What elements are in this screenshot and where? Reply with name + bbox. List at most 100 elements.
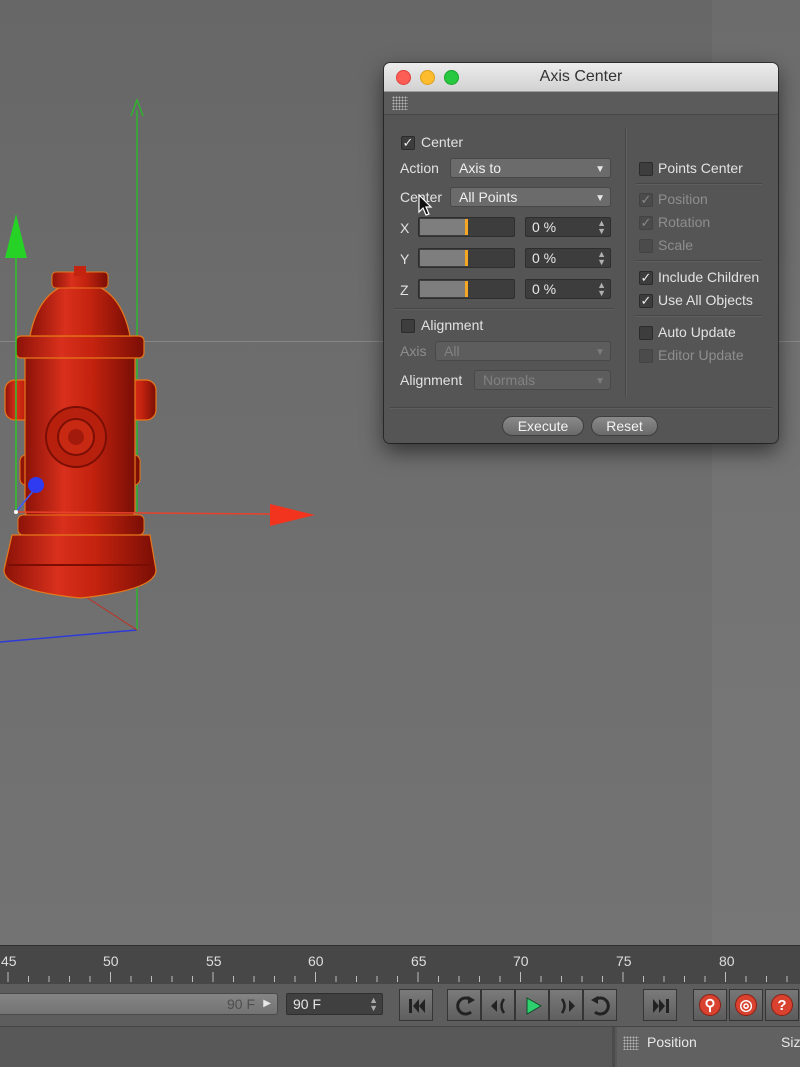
editor-update-label: Editor Update <box>658 347 744 363</box>
play-forward-icon <box>526 997 543 1015</box>
include-children-label: Include Children <box>658 269 760 285</box>
alignment-checkbox-label: Alignment <box>421 317 484 333</box>
y-value-field[interactable]: 0 % ▲ ▼ <box>525 248 611 268</box>
autokeying-icon: ◎ <box>735 994 757 1016</box>
z-slider[interactable] <box>418 279 515 299</box>
go-to-end-icon <box>653 999 669 1013</box>
y-slider-knob[interactable] <box>465 250 468 266</box>
record-active-objects-icon: ⚲ <box>699 994 721 1016</box>
ruler-label-45: 45 <box>1 953 17 969</box>
world-z-axis-line <box>0 629 138 643</box>
dropdown-arrow-icon: ▼ <box>595 164 605 175</box>
previous-key-button[interactable] <box>447 989 481 1021</box>
size-header-label: Siz <box>781 1034 800 1050</box>
scale-checkbox[interactable] <box>639 239 653 253</box>
current-frame-value: 90 F <box>293 996 322 1012</box>
autokeying-button[interactable]: ◎ <box>729 989 763 1021</box>
grip-handle-icon[interactable] <box>623 1036 639 1050</box>
alignment-checkbox[interactable] <box>401 319 415 333</box>
next-frame-icon <box>560 998 575 1014</box>
column-separator <box>625 127 627 397</box>
ruler-ticks <box>7 972 788 982</box>
include-children-checkbox[interactable]: ✓ <box>639 271 653 285</box>
x-slider[interactable] <box>418 217 515 237</box>
use-all-objects-label: Use All Objects <box>658 292 753 308</box>
go-to-start-button[interactable] <box>399 989 433 1021</box>
panel-divider[interactable] <box>612 1027 615 1067</box>
timeline-ruler[interactable]: 45 50 55 60 65 70 75 80 <box>0 945 800 985</box>
center-checkbox-label: Center <box>421 134 464 150</box>
timeline-panel: 45 50 55 60 65 70 75 80 90 F ▶ 90 F ▲▼ <box>0 945 800 1067</box>
footer-separator <box>390 407 772 409</box>
spinner-arrows-icon[interactable]: ▲ ▼ <box>597 250 606 267</box>
x-slider-knob[interactable] <box>465 219 468 235</box>
x-value-field[interactable]: 0 % ▲ ▼ <box>525 217 611 237</box>
go-to-end-button[interactable] <box>643 989 677 1021</box>
points-center-checkbox[interactable] <box>639 162 653 176</box>
go-to-start-icon <box>409 999 425 1013</box>
previous-frame-button[interactable] <box>481 989 515 1021</box>
mouse-cursor-icon <box>418 194 433 216</box>
keyframe-selection-icon: ? <box>771 994 793 1016</box>
dropdown-arrow-icon: ▼ <box>595 347 605 358</box>
execute-button[interactable]: Execute <box>502 416 584 436</box>
gizmo-y-arrowhead <box>5 214 27 258</box>
alignment-select-value: Normals <box>483 372 536 388</box>
record-active-objects-button[interactable]: ⚲ <box>693 989 727 1021</box>
center-mode-dropdown[interactable]: All Points ▼ <box>450 187 611 207</box>
z-axis-label: Z <box>400 282 409 298</box>
preview-range-slider[interactable]: 90 F ▶ <box>0 993 278 1015</box>
previous-key-icon <box>456 996 475 1016</box>
alignment-select[interactable]: Normals ▼ <box>474 370 611 390</box>
right-separator-1 <box>636 183 762 185</box>
grip-handle-icon[interactable] <box>392 96 408 110</box>
transport-bar: 90 F ▶ 90 F ▲ ▼ ⚲ ◎ ? <box>0 984 800 1026</box>
axis-select[interactable]: All ▼ <box>435 341 611 361</box>
right-separator-2 <box>636 260 762 262</box>
axis-center-dialog: Axis Center ✓ Center Action Axis to ▼ Ce… <box>384 63 778 443</box>
dialog-titlebar[interactable]: Axis Center <box>384 63 778 92</box>
next-key-button[interactable] <box>583 989 617 1021</box>
center-checkbox[interactable]: ✓ <box>401 136 415 150</box>
alignment-select-label: Alignment <box>400 372 463 388</box>
ruler-label-65: 65 <box>411 953 427 969</box>
coordinates-header: Position Siz <box>617 1027 800 1067</box>
right-separator-3 <box>636 315 762 317</box>
spinner-arrows-icon[interactable]: ▲ ▼ <box>597 281 606 298</box>
position-header-label: Position <box>647 1034 697 1050</box>
next-frame-button[interactable] <box>549 989 583 1021</box>
scale-label: Scale <box>658 237 694 253</box>
rotation-label: Rotation <box>658 214 711 230</box>
ruler-label-50: 50 <box>103 953 119 969</box>
action-dropdown-value: Axis to <box>459 160 502 176</box>
axis-select-label: Axis <box>400 343 427 359</box>
reset-button[interactable]: Reset <box>591 416 658 436</box>
axis-select-value: All <box>444 343 460 359</box>
dialog-grip-bar <box>384 92 778 115</box>
keyframe-selection-button[interactable]: ? <box>765 989 799 1021</box>
position-checkbox[interactable]: ✓ <box>639 193 653 207</box>
y-axis-label: Y <box>400 251 410 267</box>
rotation-checkbox[interactable]: ✓ <box>639 216 653 230</box>
range-end-handle-icon[interactable]: ▶ <box>263 994 271 1014</box>
spinner-arrows-icon[interactable]: ▲ ▼ <box>597 219 606 236</box>
ruler-label-75: 75 <box>616 953 632 969</box>
z-value-field[interactable]: 0 % ▲ ▼ <box>525 279 611 299</box>
use-all-objects-checkbox[interactable]: ✓ <box>639 294 653 308</box>
play-forward-button[interactable] <box>515 989 549 1021</box>
current-frame-field[interactable]: 90 F ▲ ▼ <box>286 993 383 1015</box>
gizmo-z-handle <box>28 477 44 493</box>
y-value: 0 % <box>532 250 557 266</box>
z-slider-knob[interactable] <box>465 281 468 297</box>
x-value: 0 % <box>532 219 557 235</box>
ruler-label-60: 60 <box>308 953 324 969</box>
next-key-icon <box>591 996 610 1016</box>
auto-update-checkbox[interactable] <box>639 326 653 340</box>
spinner-arrows-icon[interactable]: ▲ ▼ <box>369 996 378 1013</box>
range-end-value: 90 F <box>226 996 255 1012</box>
editor-update-checkbox[interactable] <box>639 349 653 363</box>
y-slider[interactable] <box>418 248 515 268</box>
dropdown-arrow-icon: ▼ <box>595 376 605 387</box>
left-separator <box>394 308 614 310</box>
action-dropdown[interactable]: Axis to ▼ <box>450 158 611 178</box>
